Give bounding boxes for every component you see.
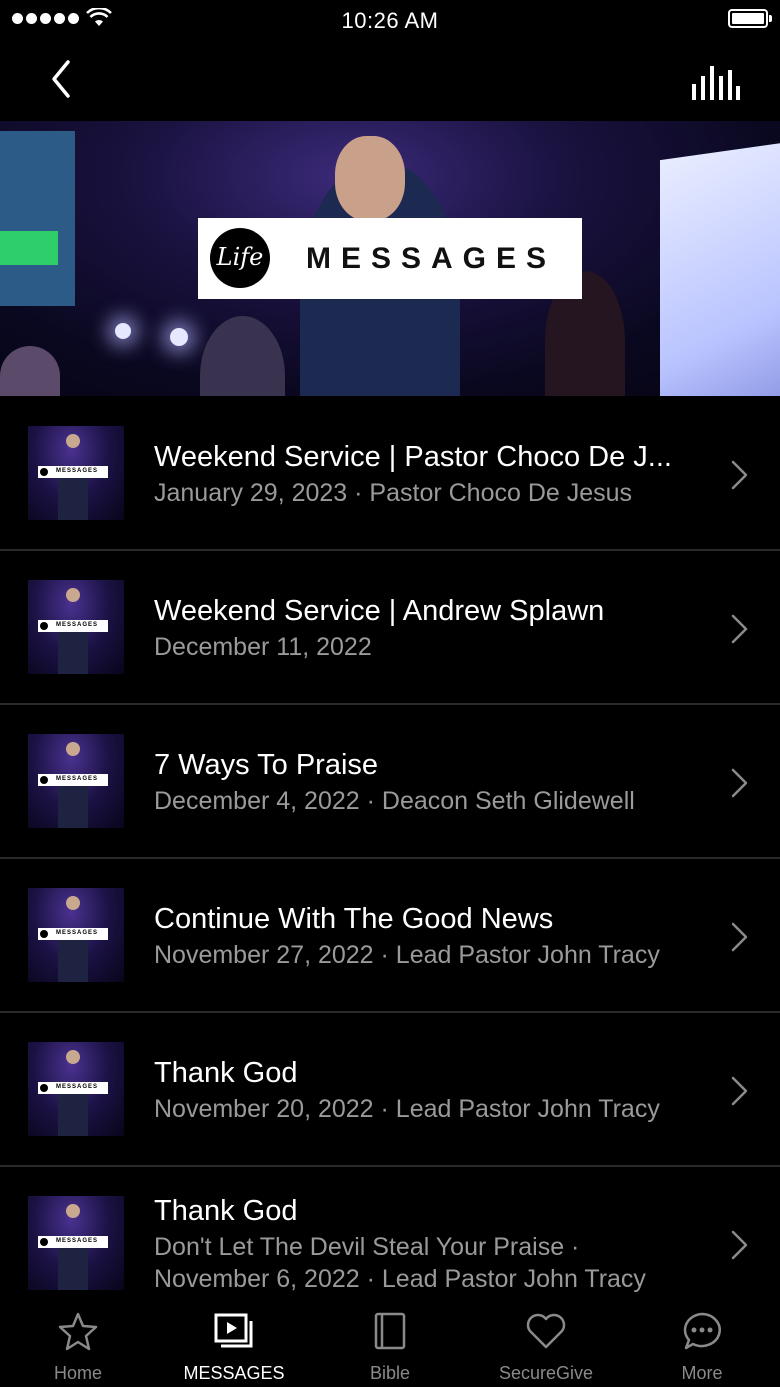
list-item[interactable]: MESSAGES Continue With The Good News Nov… [0, 859, 780, 1013]
audio-bars-icon [692, 66, 740, 100]
battery-icon [728, 9, 772, 28]
message-thumbnail: MESSAGES [28, 734, 124, 828]
back-button[interactable] [40, 54, 84, 104]
message-list: MESSAGES Weekend Service | Pastor Choco … [0, 397, 780, 1321]
tab-label: MESSAGES [183, 1363, 285, 1383]
message-title: 7 Ways To Praise [154, 749, 379, 781]
message-title: Weekend Service | Andrew Splawn [154, 595, 605, 627]
list-item[interactable]: MESSAGES Weekend Service | Pastor Choco … [0, 397, 780, 551]
chevron-right-icon [731, 1230, 748, 1260]
chevron-right-icon [731, 460, 748, 490]
tab-bible[interactable]: Bible [312, 1297, 468, 1387]
list-item[interactable]: MESSAGES Thank God November 20, 2022 · L… [0, 1013, 780, 1167]
chat-bubble-icon [683, 1312, 721, 1350]
message-subtitle: January 29, 2023 · Pastor Choco De Jesus [154, 479, 633, 507]
message-thumbnail: MESSAGES [28, 1196, 124, 1290]
message-subtitle: December 4, 2022 · Deacon Seth Glidewell [154, 787, 635, 815]
message-thumbnail: MESSAGES [28, 888, 124, 982]
message-thumbnail: MESSAGES [28, 580, 124, 674]
message-subtitle: November 20, 2022 · Lead Pastor John Tra… [154, 1095, 660, 1123]
audio-button[interactable] [690, 62, 740, 102]
tab-more[interactable]: More [624, 1297, 780, 1387]
tab-label: Bible [369, 1363, 411, 1383]
tab-messages[interactable]: MESSAGES [156, 1297, 312, 1387]
star-icon [58, 1312, 98, 1351]
message-title: Continue With The Good News [154, 903, 554, 935]
message-thumbnail: MESSAGES [28, 1042, 124, 1136]
tab-label: Home [53, 1363, 102, 1383]
list-item[interactable]: MESSAGES 7 Ways To Praise December 4, 20… [0, 705, 780, 859]
status-time: 10:26 AM [341, 8, 439, 33]
message-subtitle-line2: November 6, 2022 · Lead Pastor John Trac… [154, 1265, 646, 1293]
heart-icon [526, 1313, 566, 1349]
list-item[interactable]: MESSAGES Weekend Service | Andrew Splawn… [0, 551, 780, 705]
life-logo-icon: Life [210, 228, 270, 288]
message-title: Weekend Service | Pastor Choco De J... [154, 441, 672, 473]
message-subtitle: Don't Let The Devil Steal Your Praise · [154, 1233, 580, 1261]
tab-label: SecureGive [498, 1363, 594, 1383]
chevron-right-icon [731, 768, 748, 798]
hero-banner: Life MESSAGES [0, 121, 780, 396]
messages-logo: Life MESSAGES [198, 218, 582, 299]
tab-home[interactable]: Home [0, 1297, 156, 1387]
navigation-bar [0, 40, 780, 121]
chevron-right-icon [731, 922, 748, 952]
tab-label: More [681, 1363, 723, 1383]
hero-logo-text: MESSAGES [306, 242, 557, 275]
tab-bar: Home MESSAGES Bible SecureGive More [0, 1297, 780, 1387]
status-bar: 10:26 AM [0, 0, 780, 40]
tab-securegive[interactable]: SecureGive [468, 1297, 624, 1387]
book-icon [374, 1312, 406, 1350]
chevron-right-icon [731, 614, 748, 644]
message-thumbnail: MESSAGES [28, 426, 124, 520]
message-title: Thank God [154, 1057, 298, 1089]
chevron-right-icon [731, 1076, 748, 1106]
message-subtitle: November 27, 2022 · Lead Pastor John Tra… [154, 941, 660, 969]
media-icon [214, 1313, 253, 1348]
chevron-left-icon [52, 60, 70, 98]
message-title: Thank God [154, 1195, 298, 1227]
message-subtitle: December 11, 2022 [154, 633, 372, 661]
